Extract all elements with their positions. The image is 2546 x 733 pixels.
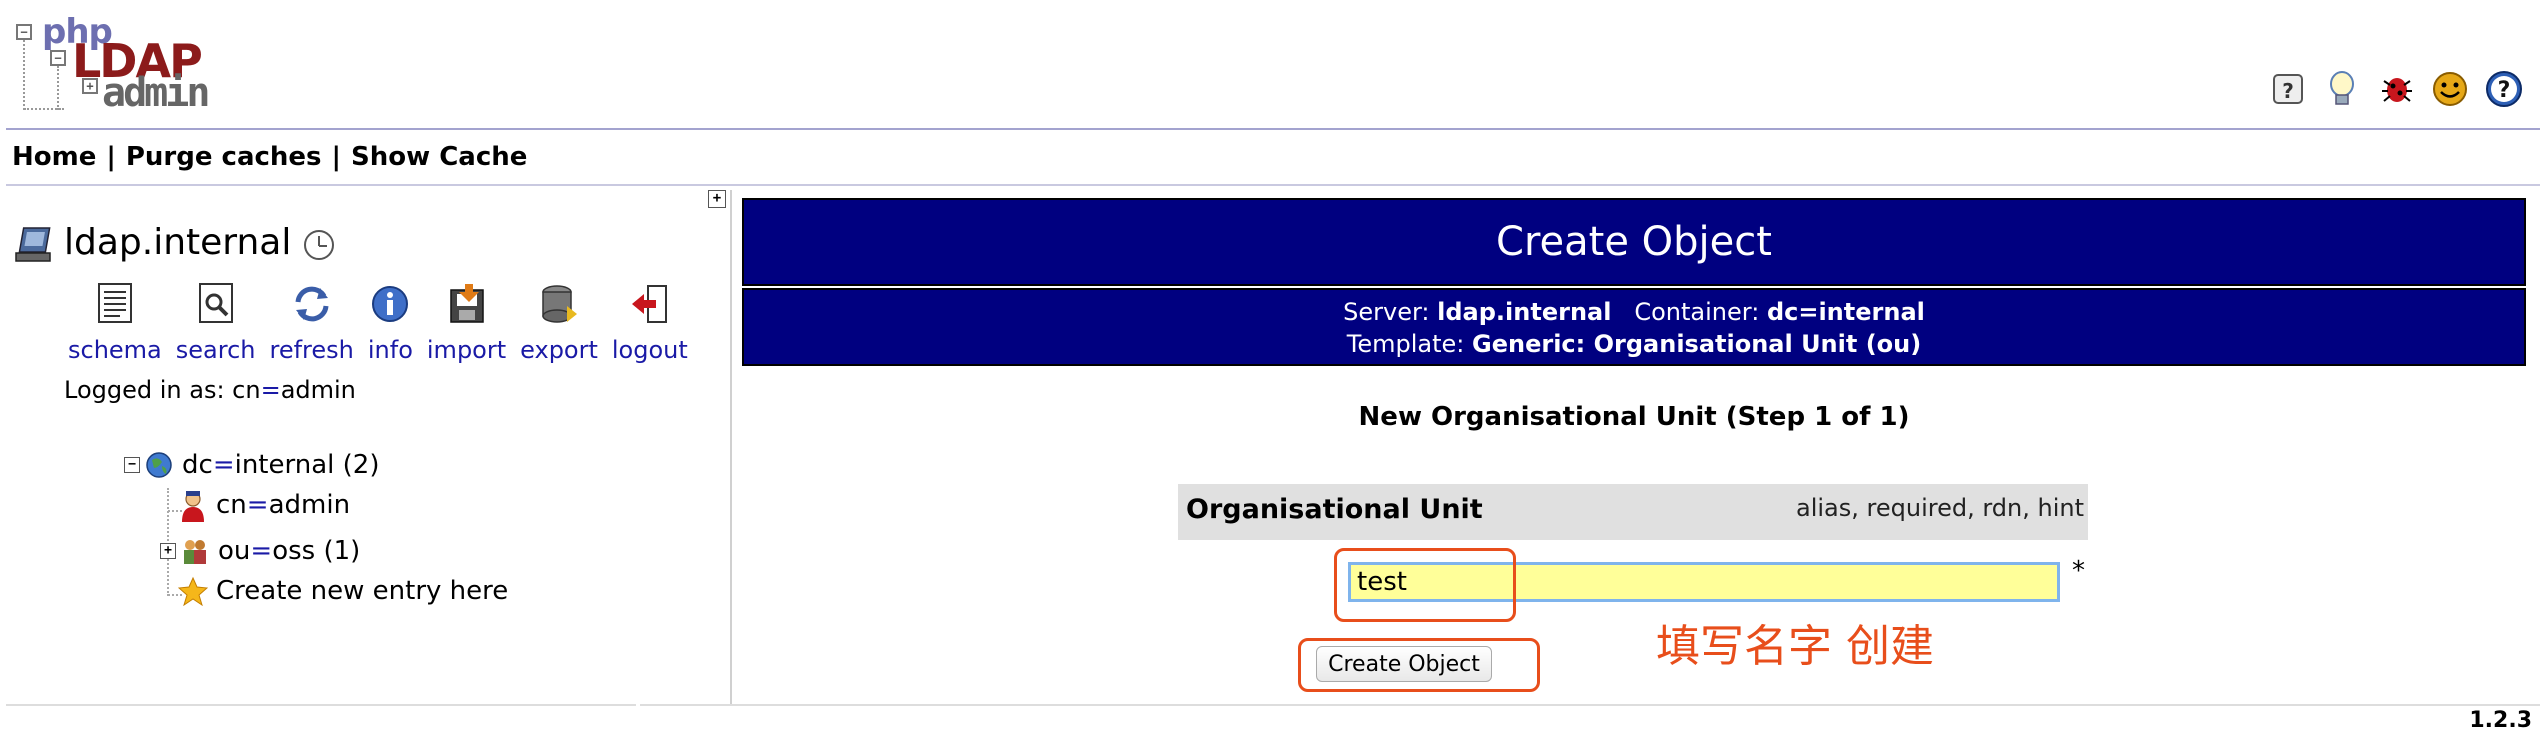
tool-schema[interactable]: schema (68, 282, 162, 364)
tree-root-label[interactable]: dc=internal (2) (182, 450, 379, 480)
expand-pane-button[interactable]: + (708, 190, 726, 208)
top-nav: Home | Purge caches | Show Cache (12, 142, 527, 172)
search-icon (194, 282, 238, 326)
tree-cn-attr: cn (216, 490, 247, 520)
tree-ou-eq: = (250, 536, 273, 566)
top-icon-bar: ? ? (2268, 66, 2524, 112)
required-marker: * (2072, 556, 2085, 586)
logged-in-value: admin (280, 376, 356, 404)
tree-cn-admin-label[interactable]: cn=admin (216, 490, 350, 520)
tool-search[interactable]: search (176, 282, 256, 364)
tree-ou-count: (1) (323, 536, 361, 566)
org-unit-icon (180, 536, 210, 566)
step-title: New Organisational Unit (Step 1 of 1) (1358, 402, 1910, 432)
tree-ou-oss-label[interactable]: ou=oss (1) (218, 536, 360, 566)
server-label: Server: (1343, 298, 1430, 326)
server-toolbar: schema search refresh info import export… (68, 282, 702, 364)
nav-purge-caches-link[interactable]: Purge caches (126, 142, 322, 172)
logged-in-eq: = (260, 376, 281, 404)
smiley-icon[interactable] (2430, 69, 2470, 109)
annotation-text: 填写名字 创建 (1656, 621, 1934, 672)
tree-create-new-entry-link[interactable]: Create new entry here (216, 576, 508, 606)
phpldapadmin-logo: − − + php LDAP admin (14, 12, 224, 116)
tool-schema-label: schema (68, 336, 162, 364)
tool-refresh-label: refresh (269, 336, 354, 364)
logo-tree-box-icon: − (16, 24, 32, 40)
star-icon (177, 576, 209, 607)
clock-icon (304, 230, 334, 260)
nav-show-cache-link[interactable]: Show Cache (351, 142, 527, 172)
logo-admin: admin (102, 70, 210, 116)
server-value: ldap.internal (1437, 298, 1612, 326)
info-icon (368, 282, 412, 326)
attribute-name: Organisational Unit (1186, 494, 1483, 525)
attribute-hint: alias, required, rdn, hint (1796, 494, 2084, 522)
user-icon (178, 490, 208, 522)
tree-expand-toggle[interactable]: + (160, 543, 176, 559)
container-label: Container: (1634, 298, 1760, 326)
tool-refresh[interactable]: refresh (270, 282, 354, 364)
tree-root-count: (2) (342, 450, 380, 480)
tool-logout[interactable]: logout (612, 282, 688, 364)
tree-ou-attr: ou (218, 536, 251, 566)
tree-collapse-toggle[interactable]: − (124, 457, 140, 473)
tool-export[interactable]: export (520, 282, 598, 364)
footer-divider (640, 704, 2540, 706)
header-divider (6, 128, 2540, 130)
bug-icon[interactable] (2376, 69, 2416, 109)
tool-import-label: import (426, 336, 507, 364)
svg-text:?: ? (2282, 79, 2294, 103)
tree-item-ou-oss: + ou=oss (1) (160, 536, 360, 566)
tool-search-label: search (175, 336, 256, 364)
svg-text:?: ? (2498, 78, 2511, 103)
tree-cn-value: admin (268, 490, 351, 520)
server-icon (14, 226, 58, 266)
tool-logout-label: logout (611, 336, 688, 364)
annotation-highlight-button (1298, 638, 1540, 692)
template-value: Generic: Organisational Unit (ou) (1472, 330, 1922, 358)
export-icon (537, 282, 581, 326)
server-name[interactable]: ldap.internal (64, 222, 291, 263)
tree-item-create-new: Create new entry here (177, 576, 508, 607)
tool-info-label: info (367, 336, 413, 364)
help-icon[interactable]: ? (2484, 69, 2524, 109)
template-label: Template: (1346, 330, 1465, 358)
logged-in-status: Logged in as: cn=admin (64, 376, 356, 404)
tree-root-attr: dc (182, 450, 213, 480)
globe-icon (144, 450, 174, 480)
tool-info[interactable]: info (368, 282, 413, 364)
tree-item-cn-admin: cn=admin (178, 490, 350, 522)
tool-import[interactable]: import (427, 282, 506, 364)
logged-in-attr: cn (232, 376, 261, 404)
question-mark-icon[interactable]: ? (2268, 69, 2308, 109)
schema-icon (93, 282, 137, 326)
refresh-icon (290, 282, 334, 326)
page-title: Create Object (742, 198, 2526, 286)
footer-page-number: 1.2.3 (2469, 708, 2532, 733)
footer-divider (6, 704, 636, 706)
logged-in-prefix: Logged in as: (64, 376, 233, 404)
container-value: dc=internal (1766, 298, 1925, 326)
tree-cn-eq: = (246, 490, 269, 520)
pane-divider[interactable] (730, 190, 732, 704)
nav-divider (6, 184, 2540, 186)
tool-export-label: export (520, 336, 598, 364)
nav-separator: | (331, 142, 342, 172)
tree-item-root: − dc=internal (2) (124, 450, 379, 480)
nav-home-link[interactable]: Home (12, 142, 96, 172)
nav-separator: | (106, 142, 116, 172)
tree-root-value: internal (234, 450, 335, 480)
lightbulb-icon[interactable] (2322, 69, 2362, 109)
tree-root-eq: = (212, 450, 235, 480)
logout-icon (628, 282, 672, 326)
import-icon (445, 282, 489, 326)
tree-ou-value: oss (272, 536, 316, 566)
logo-tree-box-icon: − (50, 50, 66, 66)
page-subtitle: Server: ldap.internal Container: dc=inte… (742, 288, 2526, 366)
annotation-highlight-input (1334, 548, 1516, 622)
